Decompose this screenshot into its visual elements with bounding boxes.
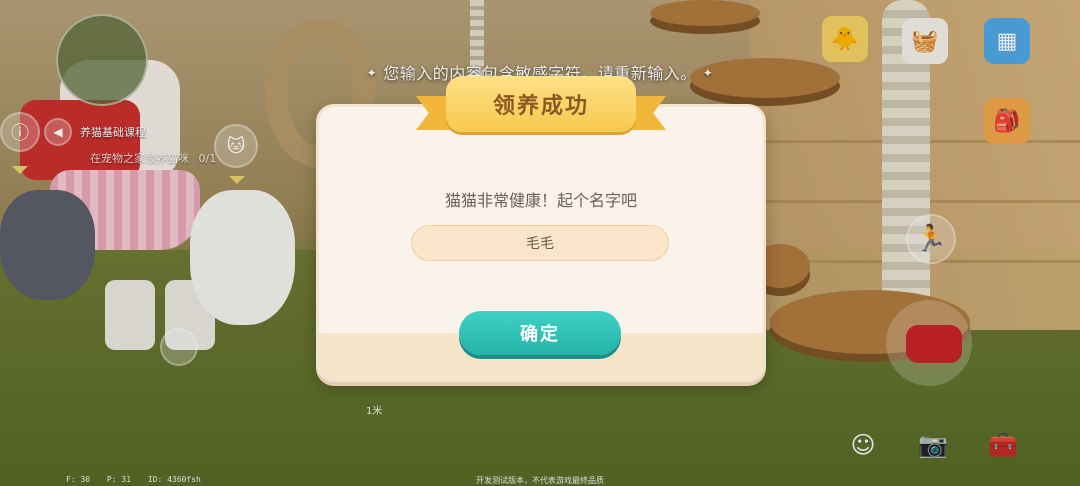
name-prompt: 猫猫非常健康！起个名字吧 (444, 191, 637, 210)
confirm-button[interactable]: 确定 (459, 311, 621, 355)
dialog-title: 领养成功 (446, 76, 636, 132)
title-ribbon: 领养成功 (416, 76, 666, 140)
pet-name-input[interactable] (411, 225, 669, 261)
